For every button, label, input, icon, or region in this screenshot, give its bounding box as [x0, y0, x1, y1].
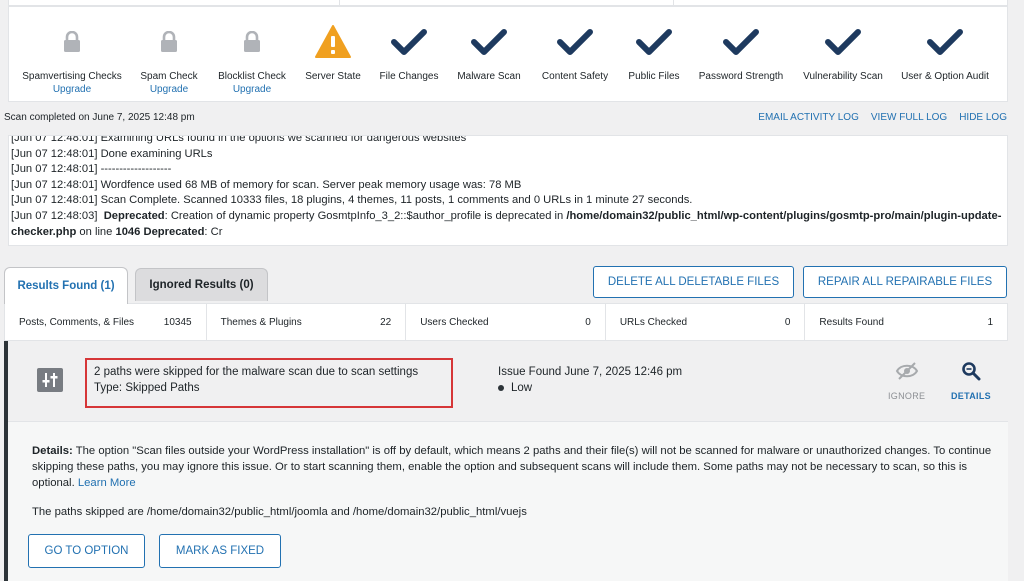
upgrade-link[interactable]: Upgrade	[53, 84, 91, 95]
stage-label: Vulnerability Scan	[803, 71, 883, 82]
scan-status-bar: Spamvertising Checks Upgrade Spam Check …	[8, 6, 1008, 102]
eye-slash-icon	[895, 361, 919, 383]
scan-completed-text: Scan completed on June 7, 2025 12:48 pm	[4, 112, 195, 123]
upgrade-link[interactable]: Upgrade	[150, 84, 188, 95]
warning-icon	[314, 21, 352, 63]
summary-posts-comments-files: Posts, Comments, & Files 10345	[5, 304, 207, 340]
stage-public-files: Public Files	[614, 7, 694, 103]
stage-label: Spamvertising Checks	[22, 71, 122, 82]
checkmark-icon	[825, 21, 861, 63]
log-line: [Jun 07 12:48:01] -------------------	[11, 163, 172, 176]
log-line: [Jun 07 12:48:01] Scan Complete. Scanned…	[11, 194, 693, 207]
checkmark-icon	[391, 21, 427, 63]
stage-label: Public Files	[628, 71, 680, 82]
stage-vulnerability-scan: Vulnerability Scan	[793, 7, 893, 103]
stage-label: File Changes	[379, 71, 439, 82]
scan-summary: Posts, Comments, & Files 10345 Themes & P…	[4, 303, 1008, 341]
stage-malware-scan: Malware Scan	[449, 7, 529, 103]
stage-server-state: Server State	[293, 7, 373, 103]
issue-found-date: Issue Found June 7, 2025 12:46 pm	[498, 366, 683, 378]
skipped-paths-text: The paths skipped are /home/domain32/pub…	[32, 506, 527, 518]
stage-label: Blocklist Check	[218, 71, 286, 82]
log-links: EMAIL ACTIVITY LOG VIEW FULL LOG HIDE LO…	[758, 112, 1007, 123]
learn-more-link[interactable]: Learn More	[78, 477, 136, 489]
issue-severity: Low	[498, 382, 532, 394]
issue-type: Type: Skipped Paths	[94, 382, 200, 394]
checkmark-icon	[471, 21, 507, 63]
stage-password-strength: Password Strength	[691, 7, 791, 103]
stage-label: User & Option Audit	[901, 71, 989, 82]
stage-content-safety: Content Safety	[531, 7, 619, 103]
tab-results-found[interactable]: Results Found (1)	[4, 267, 128, 304]
log-line-deprecated: [Jun 07 12:48:03] Deprecated: Creation o…	[11, 209, 1002, 238]
scan-log[interactable]: [Jun 07 12:48:01] Examining URLs found i…	[8, 135, 1008, 246]
delete-all-deletable-files-button[interactable]: DELETE ALL DELETABLE FILES	[593, 266, 794, 298]
hide-log-link[interactable]: HIDE LOG	[959, 112, 1007, 123]
issue-details: Details: The option "Scan files outside …	[8, 421, 1008, 581]
summary-urls-checked: URLs Checked 0	[606, 304, 806, 340]
checkmark-icon	[927, 21, 963, 63]
search-icon	[961, 361, 981, 383]
issue-title: 2 paths were skipped for the malware sca…	[94, 366, 419, 378]
stage-label: Server State	[305, 71, 361, 82]
mark-as-fixed-button[interactable]: MARK AS FIXED	[159, 534, 281, 568]
log-line: [Jun 07 12:48:01] Examining URLs found i…	[11, 135, 467, 144]
log-line: [Jun 07 12:48:01] Wordfence used 68 MB o…	[11, 178, 522, 191]
lock-icon	[243, 21, 261, 63]
summary-users-checked: Users Checked 0	[406, 304, 606, 340]
go-to-option-button[interactable]: GO TO OPTION	[28, 534, 145, 568]
checkmark-icon	[557, 21, 593, 63]
stage-label: Password Strength	[698, 71, 784, 82]
log-line: [Jun 07 12:48:01] Done examining URLs	[11, 147, 213, 160]
stage-blocklist-check: Blocklist Check Upgrade	[204, 7, 300, 103]
lock-icon	[63, 21, 81, 63]
ignore-button[interactable]: IGNORE	[888, 361, 925, 401]
details-button[interactable]: DETAILS	[951, 361, 991, 401]
issue-header[interactable]: 2 paths were skipped for the malware sca…	[8, 341, 1008, 421]
tab-ignored-results[interactable]: Ignored Results (0)	[135, 268, 268, 301]
summary-themes-plugins: Themes & Plugins 22	[207, 304, 407, 340]
stage-label: Spam Check	[140, 71, 198, 82]
email-activity-log-link[interactable]: EMAIL ACTIVITY LOG	[758, 112, 859, 123]
checkmark-icon	[636, 21, 672, 63]
lock-icon	[160, 21, 178, 63]
stage-label: Malware Scan	[457, 71, 521, 82]
summary-results-found: Results Found 1	[819, 316, 994, 328]
repair-all-repairable-files-button[interactable]: REPAIR ALL REPAIRABLE FILES	[803, 266, 1007, 298]
stage-label: Content Safety	[541, 71, 609, 82]
stage-spamvertising-checks: Spamvertising Checks Upgrade	[22, 7, 122, 103]
stage-file-changes: File Changes	[369, 7, 449, 103]
upgrade-link[interactable]: Upgrade	[233, 84, 271, 95]
stage-user-option-audit: User & Option Audit	[894, 7, 996, 103]
stage-spam-check: Spam Check Upgrade	[126, 7, 212, 103]
sliders-icon	[37, 368, 63, 392]
severity-dot-icon	[498, 385, 504, 391]
details-text: Details: The option "Scan files outside …	[32, 445, 992, 489]
issue-panel: 2 paths were skipped for the malware sca…	[4, 341, 1008, 581]
view-full-log-link[interactable]: VIEW FULL LOG	[871, 112, 947, 123]
checkmark-icon	[723, 21, 759, 63]
